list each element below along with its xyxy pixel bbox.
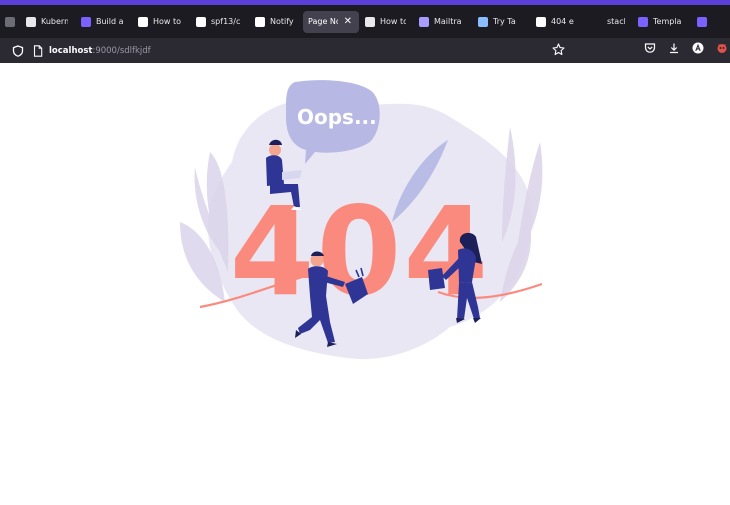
tab[interactable]: Templa xyxy=(633,11,691,33)
bubble-text: Oops... xyxy=(297,105,377,129)
tab-bar: e Kubern Build a How to spf13/c Notify Page No… xyxy=(0,5,730,38)
tab-label: How to xyxy=(153,17,182,26)
url-host[interactable]: localhost xyxy=(49,46,92,56)
navigation-bar: localhost:9000/sdlfkjdf xyxy=(0,38,730,63)
video-camera-icon xyxy=(26,16,36,27)
tab[interactable]: Mailtra xyxy=(414,11,472,33)
tab-label: Mailtra xyxy=(434,17,462,26)
tab[interactable]: stackp xyxy=(587,11,632,33)
discord-icon xyxy=(697,16,707,27)
pocket-icon[interactable] xyxy=(644,42,656,54)
close-tab-icon[interactable]: ✕ xyxy=(344,16,352,27)
notify-icon xyxy=(255,16,265,27)
url-path[interactable]: :9000/sdlfkjdf xyxy=(92,46,150,56)
tab-label: Templa xyxy=(653,17,682,26)
tab[interactable]: Try Ta xyxy=(473,11,530,33)
shield-icon[interactable] xyxy=(12,44,24,57)
template-icon xyxy=(638,16,648,27)
tab[interactable] xyxy=(692,11,707,33)
tab-label: Build a xyxy=(96,17,124,26)
bookmark-star-icon[interactable] xyxy=(552,43,565,56)
tab-label: Page Not xyxy=(308,17,338,26)
github-icon xyxy=(196,16,206,27)
tab-label: Try Ta xyxy=(493,17,516,26)
google-icon xyxy=(536,16,546,27)
video-camera-icon xyxy=(365,16,375,27)
mail-icon xyxy=(419,16,429,27)
tab[interactable]: Build a xyxy=(76,11,132,33)
downloads-icon[interactable] xyxy=(668,42,680,54)
tab[interactable]: spf13/c xyxy=(191,11,249,33)
page-icon xyxy=(33,44,43,57)
layers-icon xyxy=(81,16,91,27)
tab-label: How to xyxy=(380,17,406,26)
extension-icon[interactable] xyxy=(716,42,728,54)
plug-right xyxy=(428,268,445,290)
error-code: 404 xyxy=(230,181,491,323)
tab[interactable]: How to xyxy=(360,11,413,33)
tab[interactable]: e xyxy=(0,11,20,33)
tab[interactable]: Kubern xyxy=(21,11,75,33)
tab-active[interactable]: Page Not ✕ xyxy=(303,10,359,33)
tab[interactable]: Notify xyxy=(250,11,302,33)
404-illustration: Oops... 404 xyxy=(180,80,543,359)
address-bar[interactable]: localhost:9000/sdlfkjdf xyxy=(12,44,151,57)
tab-label: stackp xyxy=(607,17,625,26)
tab-label: Notify xyxy=(270,17,294,26)
toolbar-actions xyxy=(632,42,728,54)
tab[interactable]: How to xyxy=(133,11,190,33)
tailwind-icon xyxy=(478,16,488,27)
tab-label: Kubern xyxy=(41,17,68,26)
account-avatar-icon[interactable] xyxy=(692,42,704,54)
tab[interactable]: 404 e xyxy=(531,11,586,33)
tab-cut-icon xyxy=(5,16,15,27)
rocket-icon xyxy=(138,16,148,27)
tab-blank-icon xyxy=(592,16,602,27)
tab-label: spf13/c xyxy=(211,17,241,26)
tab-label: 404 e xyxy=(551,17,574,26)
